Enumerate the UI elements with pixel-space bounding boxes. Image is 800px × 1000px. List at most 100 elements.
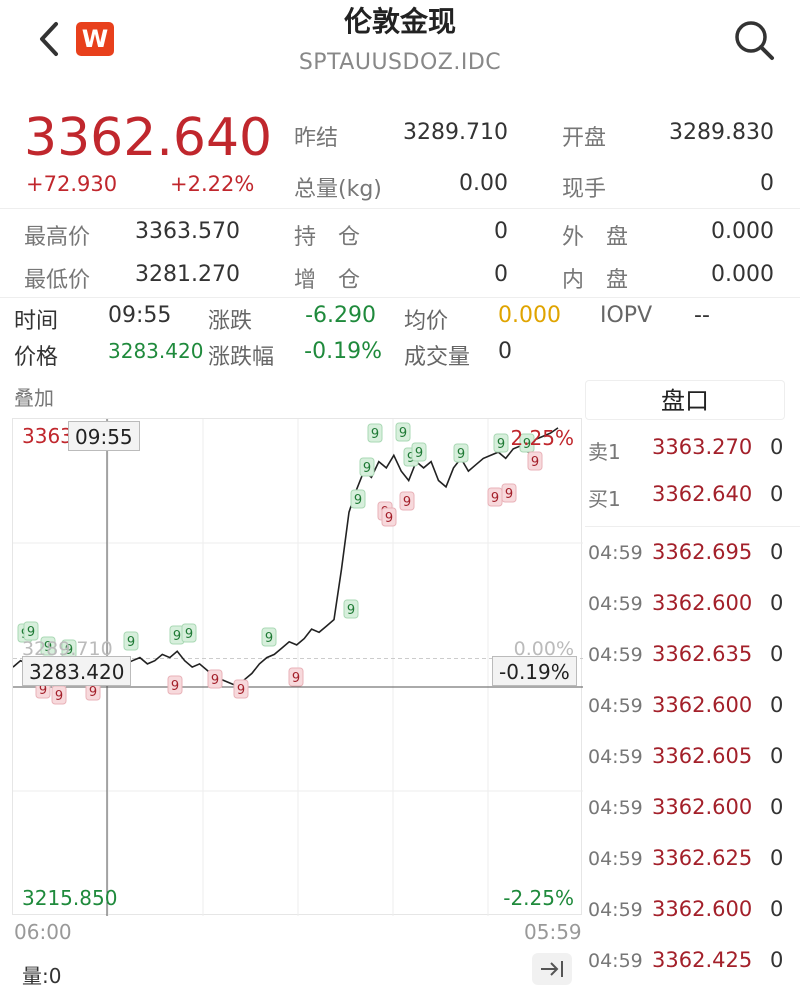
svg-text:9: 9 xyxy=(211,673,219,688)
current-lot-label: 现手 xyxy=(562,177,607,202)
tick-price: 3362.695 xyxy=(652,540,753,564)
tick-row: 04:59 3362.695 0 xyxy=(588,540,793,580)
svg-text:9: 9 xyxy=(237,683,245,698)
cursor-avg-label: 均价 xyxy=(404,309,449,334)
event-marker[interactable]: 9 xyxy=(343,599,359,619)
arrow-right-bar-icon xyxy=(541,961,563,977)
event-marker[interactable]: 9 xyxy=(367,423,383,443)
cursor-time-label: 时间 xyxy=(14,309,59,334)
event-marker[interactable]: 9 xyxy=(207,669,223,689)
cursor-pct-value: -0.19% xyxy=(304,339,382,364)
inner-volume-value: 0.000 xyxy=(711,262,774,287)
prev-settle-value: 3289.710 xyxy=(403,120,508,145)
price-change: +72.930 xyxy=(26,172,118,196)
tick-qty: 0 xyxy=(770,540,784,564)
svg-text:9: 9 xyxy=(399,426,407,441)
cursor-change-label: 涨跌 xyxy=(208,309,253,334)
tick-price: 3362.625 xyxy=(652,846,753,870)
tick-row: 04:59 3362.600 0 xyxy=(588,693,793,733)
tick-qty: 0 xyxy=(770,795,784,819)
event-marker[interactable]: 9 xyxy=(51,685,67,705)
y-axis-min-label: 3215.850 xyxy=(22,886,118,910)
crosshair-price-tag: 3283.420 xyxy=(22,656,132,686)
svg-text:9: 9 xyxy=(354,493,362,508)
price-change-pct: +2.22% xyxy=(170,172,255,196)
event-marker[interactable]: 9 xyxy=(350,489,366,509)
tick-time: 04:59 xyxy=(588,644,643,666)
svg-text:9: 9 xyxy=(265,631,273,646)
tick-row: 04:59 3362.605 0 xyxy=(588,744,793,784)
prev-settle-label: 昨结 xyxy=(294,126,339,151)
event-marker[interactable]: 9 xyxy=(501,483,517,503)
svg-text:9: 9 xyxy=(363,461,371,476)
event-marker[interactable]: 9 xyxy=(453,443,469,463)
svg-text:9: 9 xyxy=(505,487,513,502)
crosshair-pct-tag: -0.19% xyxy=(492,656,577,686)
volume-kg-value: 0.00 xyxy=(459,171,508,196)
event-marker[interactable]: 9 xyxy=(181,623,197,643)
overlay-button[interactable]: 叠加 xyxy=(14,382,54,411)
svg-text:9: 9 xyxy=(173,629,181,644)
tick-time: 04:59 xyxy=(588,746,643,768)
orderbook-title[interactable]: 盘口 xyxy=(585,380,785,420)
tick-qty: 0 xyxy=(770,642,784,666)
tick-qty: 0 xyxy=(770,948,784,972)
cursor-volume-label: 成交量 xyxy=(404,345,471,370)
tick-qty: 0 xyxy=(770,744,784,768)
event-marker[interactable]: 9 xyxy=(233,679,249,699)
event-marker[interactable]: 9 xyxy=(411,442,427,462)
svg-text:9: 9 xyxy=(491,491,499,506)
event-marker[interactable]: 9 xyxy=(123,631,139,651)
ask1-label: 卖1 xyxy=(588,440,621,464)
svg-text:9: 9 xyxy=(185,627,193,642)
outer-volume-value: 0.000 xyxy=(711,219,774,244)
cursor-time-value: 09:55 xyxy=(108,303,172,328)
divider xyxy=(585,526,800,527)
svg-text:9: 9 xyxy=(292,671,300,686)
svg-text:9: 9 xyxy=(371,427,379,442)
tick-qty: 0 xyxy=(770,897,784,921)
svg-text:9: 9 xyxy=(171,679,179,694)
event-marker[interactable]: 9 xyxy=(487,487,503,507)
svg-text:9: 9 xyxy=(497,437,505,452)
event-marker[interactable]: 9 xyxy=(261,627,277,647)
tick-row: 04:59 3362.600 0 xyxy=(588,795,793,835)
tick-time: 04:59 xyxy=(588,695,643,717)
tick-time: 04:59 xyxy=(588,593,643,615)
high-value: 3363.570 xyxy=(135,219,240,244)
tick-row: 04:59 3362.635 0 xyxy=(588,642,793,682)
scroll-to-latest-button[interactable] xyxy=(532,953,572,985)
event-marker[interactable]: 9 xyxy=(399,491,415,511)
crosshair-time-tag: 09:55 xyxy=(68,421,140,451)
event-marker[interactable]: 9 xyxy=(493,433,509,453)
cursor-price-value: 3283.420 xyxy=(108,339,204,363)
tick-price: 3362.605 xyxy=(652,744,753,768)
volume-kg-label: 总量(kg) xyxy=(294,177,382,202)
cursor-change-value: -6.290 xyxy=(305,303,376,328)
svg-text:9: 9 xyxy=(403,495,411,510)
search-icon xyxy=(735,21,774,60)
event-marker[interactable]: 9 xyxy=(288,667,304,687)
tick-price: 3362.600 xyxy=(652,693,753,717)
inner-volume-label: 内 盘 xyxy=(562,268,629,293)
event-marker[interactable]: 9 xyxy=(167,675,183,695)
volume-readout: 量:0 xyxy=(22,964,62,988)
open-value: 3289.830 xyxy=(669,120,774,145)
event-marker[interactable]: 9 xyxy=(527,451,543,471)
iopv-value: -- xyxy=(694,303,710,328)
search-button[interactable] xyxy=(732,18,776,62)
event-marker[interactable]: 9 xyxy=(381,507,397,527)
current-lot-value: 0 xyxy=(760,171,774,196)
open-interest-label: 持 仓 xyxy=(294,225,361,250)
svg-text:9: 9 xyxy=(415,446,423,461)
tick-qty: 0 xyxy=(770,693,784,717)
tick-row: 04:59 3362.425 0 xyxy=(588,948,793,988)
divider xyxy=(0,208,800,209)
cursor-pct-label: 涨跌幅 xyxy=(208,345,275,370)
event-marker[interactable]: 9 xyxy=(395,422,411,442)
event-marker[interactable]: 9 xyxy=(359,457,375,477)
x-axis-start-label: 06:00 xyxy=(14,920,72,944)
tick-time: 04:59 xyxy=(588,950,643,972)
page-title: 伦敦金现 xyxy=(343,5,456,38)
position-change-value: 0 xyxy=(494,262,508,287)
